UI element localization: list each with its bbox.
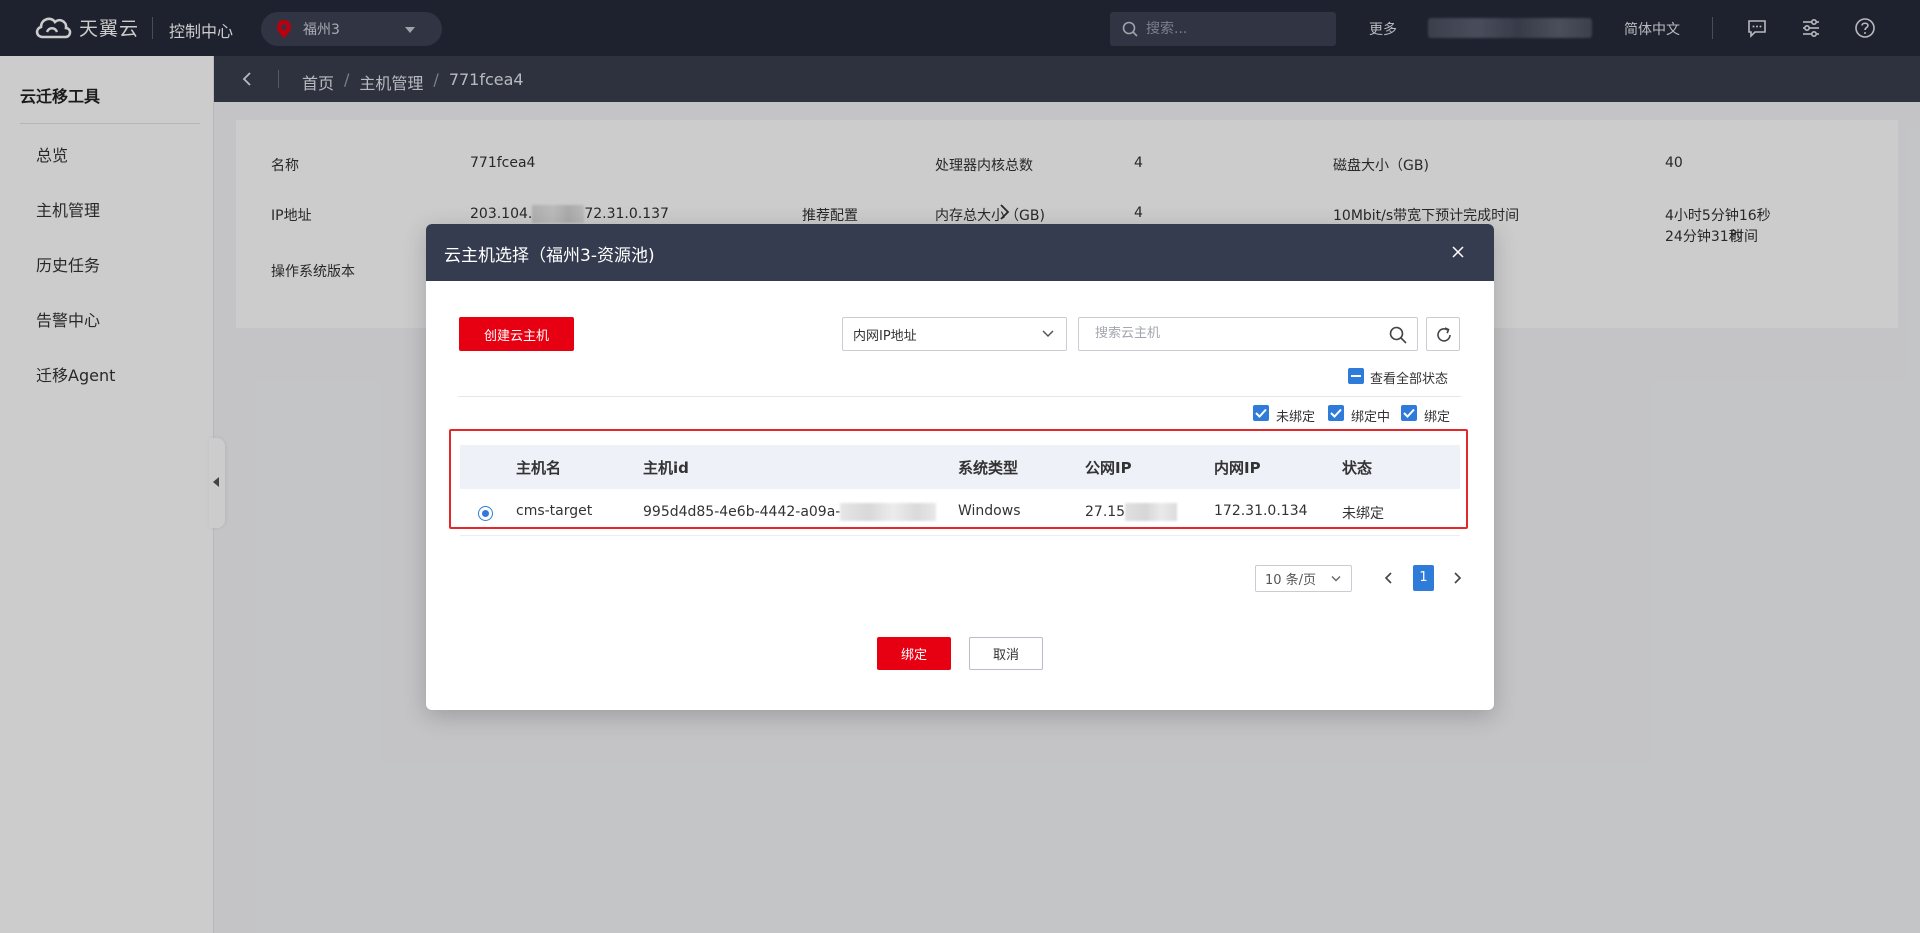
bound-filter-label: 绑定: [1424, 410, 1451, 425]
cancel-button[interactable]: 取消: [969, 637, 1043, 670]
bound-filter-checkbox[interactable]: [1401, 405, 1417, 421]
filter-field-value: 内网IP地址: [853, 328, 917, 344]
host-search-box[interactable]: [1078, 317, 1418, 351]
unbound-filter-label: 未绑定: [1276, 410, 1316, 425]
chevron-down-icon: [1042, 330, 1054, 338]
page-size-select[interactable]: 10 条/页: [1255, 565, 1352, 592]
indeterminate-dash-icon: [1351, 375, 1361, 377]
checkmark-icon: [1403, 408, 1415, 418]
checkmark-icon: [1330, 408, 1342, 418]
refresh-button[interactable]: [1426, 317, 1460, 351]
prev-page-icon[interactable]: [1382, 570, 1396, 586]
next-page-icon[interactable]: [1450, 570, 1464, 586]
divider: [458, 396, 1461, 397]
chevron-down-icon: [1331, 576, 1341, 582]
search-icon[interactable]: [1389, 326, 1407, 344]
page-number-current[interactable]: 1: [1413, 565, 1434, 591]
view-all-status-checkbox[interactable]: [1348, 368, 1364, 384]
binding-filter-label: 绑定中: [1351, 410, 1391, 425]
dialog-header: 云主机选择（福州3-资源池): [426, 224, 1494, 281]
filter-field-select[interactable]: 内网IP地址: [842, 317, 1067, 351]
refresh-icon: [1437, 327, 1451, 342]
cloud-host-select-dialog: 云主机选择（福州3-资源池) 创建云主机 内网IP地址 查看全部状态 未绑: [426, 224, 1494, 710]
binding-filter-checkbox[interactable]: [1328, 405, 1344, 421]
page-size-value: 10 条/页: [1265, 573, 1317, 588]
dialog-title: 云主机选择（福州3-资源池): [444, 246, 655, 266]
host-search-input[interactable]: [1095, 326, 1375, 341]
view-all-status-label: 查看全部状态: [1370, 372, 1449, 387]
close-icon[interactable]: [1450, 244, 1466, 260]
highlight-frame: [449, 429, 1468, 529]
checkmark-icon: [1255, 408, 1267, 418]
unbound-filter-checkbox[interactable]: [1253, 405, 1269, 421]
create-cloud-host-button[interactable]: 创建云主机: [459, 317, 574, 351]
bind-button[interactable]: 绑定: [877, 637, 951, 670]
